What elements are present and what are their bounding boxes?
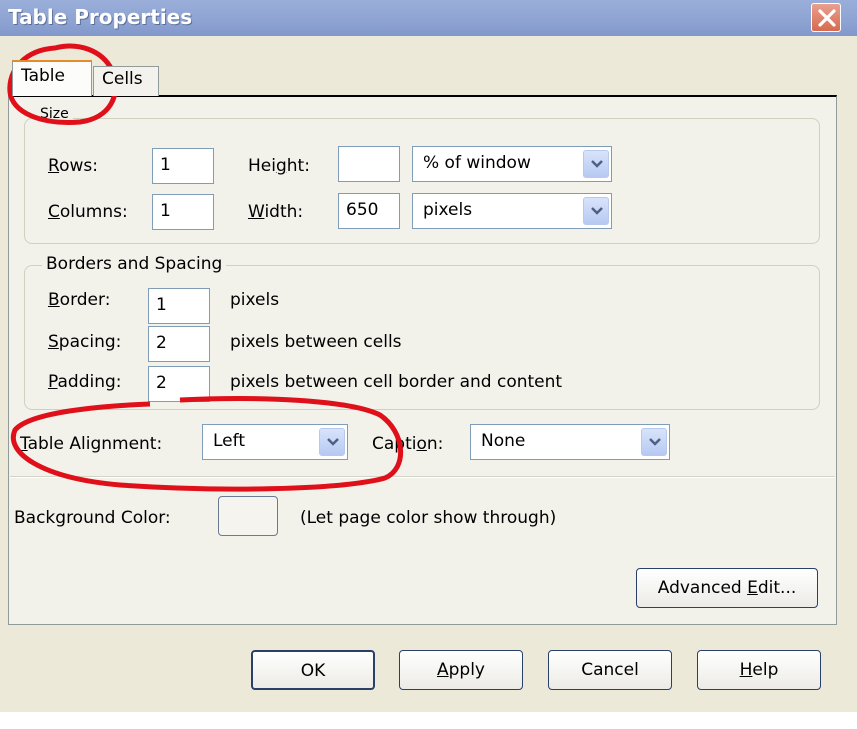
table-alignment-value: Left (213, 431, 245, 451)
tab-table-label: Table (21, 66, 65, 86)
width-label: Width: (248, 202, 304, 222)
height-label: Height: (248, 156, 310, 176)
border-label: Border: (48, 290, 111, 310)
close-icon (818, 9, 836, 27)
chevron-down-icon (591, 160, 603, 168)
background-color-button[interactable] (218, 496, 278, 536)
rows-input[interactable]: 1 (152, 148, 214, 184)
apply-button[interactable]: Apply (399, 650, 523, 690)
spacing-input[interactable]: 2 (148, 326, 210, 362)
width-input[interactable]: 650 (338, 193, 400, 229)
height-input[interactable] (338, 146, 400, 182)
dialog-title: Table Properties (8, 5, 193, 29)
columns-label: Columns: (48, 202, 128, 222)
padding-input[interactable]: 2 (148, 366, 210, 402)
cancel-label: Cancel (581, 660, 639, 680)
chevron-down-icon (591, 207, 603, 215)
table-alignment-select[interactable]: Left (202, 424, 348, 460)
tab-cells[interactable]: Cells (93, 66, 159, 96)
title-bar: Table Properties (0, 0, 857, 36)
height-unit-dropdown-button[interactable] (583, 150, 609, 178)
height-unit-value: % of window (423, 153, 531, 173)
advanced-edit-button[interactable]: Advanced Edit... (636, 568, 818, 608)
rows-label: Rows: (48, 156, 98, 176)
caption-dropdown-button[interactable] (641, 428, 667, 456)
caption-select[interactable]: None (470, 424, 670, 460)
apply-label: Apply (436, 660, 485, 680)
height-unit-select[interactable]: % of window (412, 146, 612, 182)
background-color-note: (Let page color show through) (300, 508, 557, 528)
divider (10, 476, 835, 478)
background-color-label: Background Color: (14, 508, 171, 528)
ok-button[interactable]: OK (251, 650, 375, 690)
width-unit-value: pixels (423, 200, 473, 220)
table-properties-dialog: Table Properties Table Cells Size Rows: … (0, 0, 857, 712)
tab-cells-label: Cells (102, 69, 143, 89)
spacing-label: Spacing: (48, 332, 122, 352)
ok-label: OK (300, 661, 326, 681)
padding-label: Padding: (48, 372, 122, 392)
table-alignment-dropdown-button[interactable] (319, 428, 345, 456)
close-button[interactable] (811, 3, 841, 32)
help-label: Help (739, 660, 779, 680)
cancel-button[interactable]: Cancel (548, 650, 672, 690)
help-button[interactable]: Help (697, 650, 821, 690)
borders-spacing-group-label: Borders and Spacing (42, 254, 227, 274)
columns-input[interactable]: 1 (152, 194, 214, 230)
width-unit-dropdown-button[interactable] (583, 197, 609, 225)
chevron-down-icon (327, 438, 339, 446)
caption-value: None (481, 431, 526, 451)
advanced-edit-label: Advanced Edit... (657, 578, 797, 598)
padding-unit-text: pixels between cell border and content (230, 372, 563, 392)
table-alignment-label: Table Alignment: (20, 434, 163, 454)
size-group-label: Size (36, 106, 73, 122)
caption-label: Caption: (372, 434, 444, 454)
border-input[interactable]: 1 (148, 288, 210, 324)
spacing-unit-text: pixels between cells (230, 332, 402, 352)
border-unit-text: pixels (230, 290, 280, 310)
chevron-down-icon (649, 438, 661, 446)
width-unit-select[interactable]: pixels (412, 193, 612, 229)
tab-table[interactable]: Table (12, 60, 92, 96)
